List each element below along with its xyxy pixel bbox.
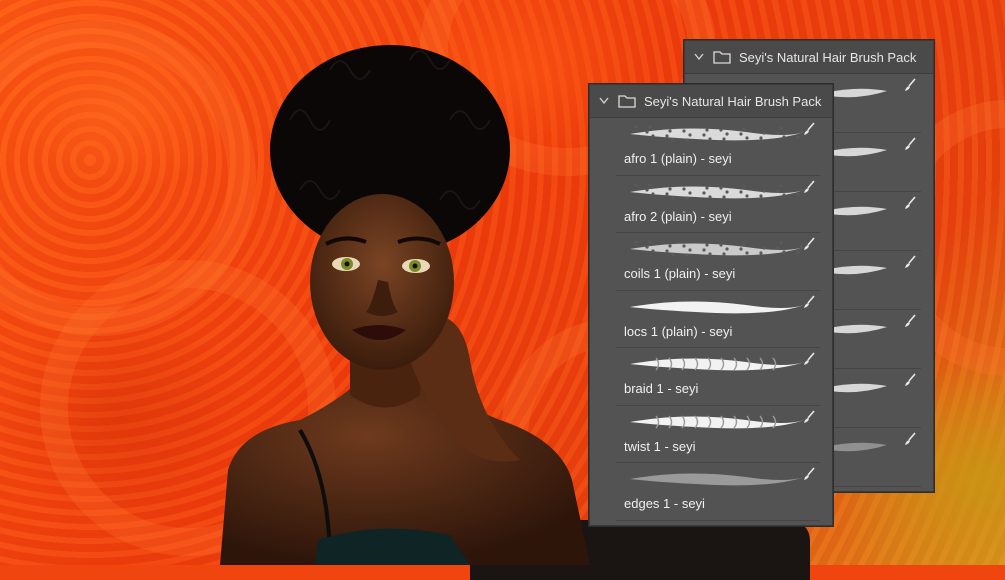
brush-icon	[802, 409, 816, 424]
brush-group-title-front: Seyi's Natural Hair Brush Pack	[644, 93, 822, 109]
brush-icon	[802, 352, 816, 366]
brush-stroke-preview	[626, 180, 806, 204]
brush-list-front: afro 1 (plain) - seyi afro 2 (plain) - se…	[616, 118, 820, 521]
brush-item-back[interactable]	[829, 192, 921, 251]
brush-stroke-preview	[829, 377, 889, 399]
brush-item-locs[interactable]: locs 1 (plain) - seyi	[616, 291, 820, 348]
brush-icon	[802, 294, 816, 309]
brush-item-edges[interactable]: edges 1 - seyi	[616, 463, 820, 521]
brush-item-label: afro 1 (plain) - seyi	[624, 151, 732, 166]
brush-item-back[interactable]	[829, 133, 921, 192]
brush-group-header-back[interactable]: Seyi's Natural Hair Brush Pack	[685, 41, 933, 74]
brush-stroke-preview	[626, 410, 806, 434]
brush-icon	[802, 122, 816, 136]
brush-stroke-preview	[829, 82, 889, 104]
brush-icon	[802, 467, 816, 481]
brush-item-label: coils 1 (plain) - seyi	[624, 266, 736, 281]
brush-item-back[interactable]	[829, 74, 921, 133]
brush-icon	[903, 255, 917, 269]
brush-icon	[903, 314, 917, 328]
brush-item-label: edges 1 - seyi	[624, 496, 705, 511]
brush-icon	[903, 196, 917, 210]
brush-item-coils[interactable]: coils 1 (plain) - seyi	[616, 233, 820, 291]
chevron-down-icon[interactable]	[693, 51, 705, 63]
brush-group-title-back: Seyi's Natural Hair Brush Pack	[739, 49, 917, 65]
folder-icon	[713, 50, 731, 64]
brush-stroke-preview	[829, 318, 889, 340]
brush-stroke-preview	[829, 259, 889, 281]
chevron-down-icon[interactable]	[598, 95, 610, 107]
brush-item-back[interactable]	[829, 251, 921, 310]
brush-item-afro[interactable]: afro 1 (plain) - seyi	[616, 118, 820, 176]
brush-item-back[interactable]	[829, 428, 921, 487]
brush-item-braid[interactable]: braid 1 - seyi	[616, 348, 820, 406]
brush-stroke-preview	[626, 467, 806, 491]
folder-icon	[618, 94, 636, 108]
brush-icon	[903, 373, 917, 387]
brush-icon	[903, 432, 917, 446]
brush-icon	[903, 78, 917, 92]
brush-stroke-preview	[829, 436, 889, 458]
brush-item-label: braid 1 - seyi	[624, 381, 699, 396]
woman-illustration	[220, 45, 590, 565]
brush-list-back	[829, 74, 921, 487]
brush-stroke-preview	[626, 237, 806, 261]
brush-item-back[interactable]	[829, 369, 921, 428]
brush-item-label: locs 1 (plain) - seyi	[624, 323, 733, 339]
brush-item-afro2[interactable]: afro 2 (plain) - seyi	[616, 176, 820, 233]
brush-stroke-preview	[829, 141, 889, 163]
brush-item-label: afro 2 (plain) - seyi	[624, 208, 732, 224]
brush-stroke-preview	[829, 200, 889, 222]
brush-item-twist[interactable]: twist 1 - seyi	[616, 406, 820, 463]
brush-icon	[802, 237, 816, 251]
brush-stroke-preview	[626, 352, 806, 376]
brush-icon	[903, 137, 917, 151]
brush-stroke-preview	[626, 295, 806, 319]
brush-icon	[802, 179, 816, 194]
brush-item-label: twist 1 - seyi	[624, 438, 696, 454]
brush-stroke-preview	[626, 122, 806, 146]
brush-panel-front: Seyi's Natural Hair Brush Pack afro 1 (p…	[589, 84, 833, 526]
brush-group-header-front[interactable]: Seyi's Natural Hair Brush Pack	[590, 85, 832, 118]
brush-item-back[interactable]	[829, 310, 921, 369]
